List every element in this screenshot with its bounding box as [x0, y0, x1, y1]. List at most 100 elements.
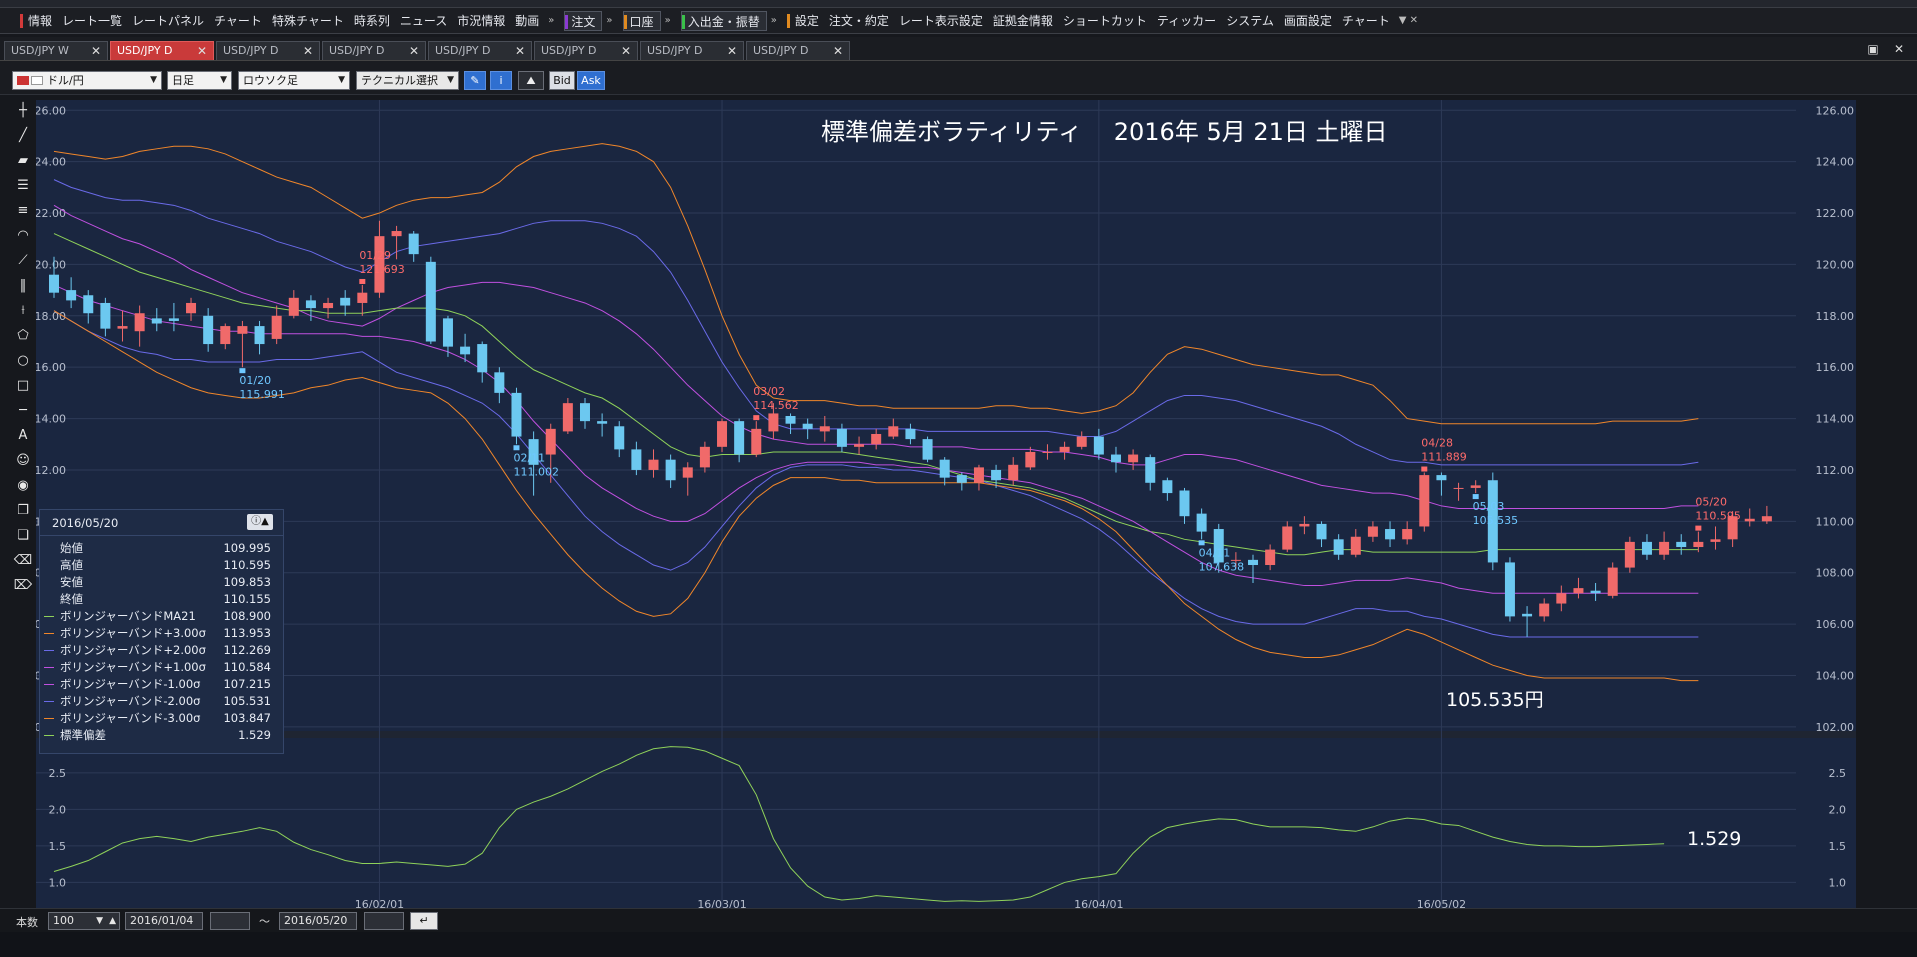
close-tab-icon[interactable]: ✕ — [303, 42, 313, 60]
chart-tab-6[interactable]: USD/JPY D ✕ — [640, 41, 744, 60]
menu-item-1[interactable]: レート一覧 — [57, 11, 127, 31]
chart-tab-3[interactable]: USD/JPY D ✕ — [322, 41, 426, 60]
menu-item-19[interactable]: 画面設定 — [1279, 11, 1337, 31]
candle-body — [1693, 541, 1704, 548]
count-input[interactable]: 100 ▼ ▲ — [48, 912, 120, 930]
magnet-icon[interactable]: ◉ — [12, 475, 34, 497]
paste-icon[interactable]: ❏ — [12, 525, 34, 547]
circle-icon[interactable]: ○ — [12, 350, 34, 372]
close-tab-icon[interactable]: ✕ — [409, 42, 419, 60]
copy-icon[interactable]: ❐ — [12, 500, 34, 522]
chart-tab-5[interactable]: USD/JPY D ✕ — [534, 41, 638, 60]
menu-item-2[interactable]: レートパネル — [127, 11, 209, 31]
chart-tab-1[interactable]: USD/JPY D ✕ — [110, 41, 214, 60]
eraser-icon[interactable]: ⌫ — [12, 550, 34, 572]
pentagon-icon[interactable]: ⬠ — [12, 325, 34, 347]
eraser-all-icon[interactable]: ⌦ — [12, 575, 34, 597]
chart-area[interactable]: 126.00 126.00 124.00 124.00 122.00 122.00 120.… — [36, 100, 1856, 910]
menu-item-16[interactable]: ショートカット — [1058, 11, 1152, 31]
menu-item-0[interactable]: 情報 — [20, 11, 57, 31]
vertical-lines-icon[interactable]: ‖ — [12, 275, 34, 297]
price-chart[interactable]: 126.00 126.00 124.00 124.00 122.00 122.00 120.… — [36, 100, 1856, 910]
mountain-chart-icon[interactable]: ⛰ — [518, 71, 544, 90]
y-tick-left: 114.00 — [36, 413, 66, 426]
menu-item-11[interactable]: 入出金・振替 — [680, 10, 767, 31]
chevron-right-icon[interactable]: » — [544, 15, 558, 26]
ruler-icon[interactable]: ▰ — [12, 150, 34, 172]
fan-icon[interactable]: ⟋ — [12, 250, 34, 272]
menu-item-17[interactable]: ティッカー — [1152, 11, 1221, 31]
smile-icon[interactable]: ☺ — [12, 450, 34, 472]
rectangle-icon[interactable]: □ — [12, 375, 34, 397]
y-tick-right: 104.00 — [1816, 669, 1855, 682]
close-tab-icon[interactable]: ✕ — [91, 42, 101, 60]
menu-item-14[interactable]: レート表示設定 — [894, 11, 988, 31]
return-icon[interactable]: ↵ — [410, 912, 438, 930]
candle-body — [66, 290, 77, 301]
menu-item-7[interactable]: 市況情報 — [452, 11, 510, 31]
menu-item-12[interactable]: 設定 — [786, 11, 824, 31]
data-value: 110.155 — [223, 592, 271, 606]
ask-button[interactable]: Ask — [577, 71, 605, 90]
menu-item-9[interactable]: 注文 — [564, 10, 603, 31]
menu-item-18[interactable]: システム — [1221, 11, 1279, 31]
from-time-input[interactable] — [210, 912, 250, 930]
period-select[interactable]: 日足 ▼ — [167, 71, 232, 90]
menu-item-3[interactable]: チャート — [209, 11, 267, 31]
menu-item-10[interactable]: 口座 — [622, 10, 661, 31]
from-date-input[interactable]: 2016/01/04 — [125, 912, 203, 930]
text-icon[interactable]: A — [12, 425, 34, 447]
chart-toolbar: ドル/円 ▼ 日足 ▼ ロウソク足 ▼ テクニカル選択 ▼ ✎ i ⛰ Bid Ask — [0, 61, 1917, 95]
chart-tab-4[interactable]: USD/JPY D ✕ — [428, 41, 532, 60]
close-tab-icon[interactable]: ✕ — [833, 42, 843, 60]
chart-type-select[interactable]: ロウソク足 ▼ — [238, 71, 350, 90]
close-window-icon[interactable]: ✕ — [1888, 41, 1910, 57]
series-color-swatch — [44, 667, 54, 668]
candle-body — [802, 423, 813, 429]
menu-item-20[interactable]: チャート — [1337, 11, 1395, 31]
data-value: 109.853 — [223, 575, 271, 589]
candle-body — [1076, 436, 1087, 447]
info-icon[interactable]: i — [490, 71, 512, 90]
fibonacci-arc-icon[interactable]: ◠ — [12, 225, 34, 247]
menu-item-15[interactable]: 証拠金情報 — [988, 11, 1058, 31]
to-time-input[interactable] — [364, 912, 404, 930]
info-toggle-icon[interactable]: ⓘ▲ — [247, 514, 273, 530]
close-tab-icon[interactable]: ✕ — [197, 42, 207, 60]
menu-item-8[interactable]: 動画 — [510, 11, 544, 31]
menu-item-6[interactable]: ニュース — [395, 11, 452, 31]
close-tab-icon[interactable]: ✕ — [621, 42, 631, 60]
footer-strip — [0, 932, 1917, 957]
chart-tab-7[interactable]: USD/JPY D ✕ — [746, 41, 850, 60]
data-label: 標準偏差 — [60, 728, 106, 742]
currency-pair-select[interactable]: ドル/円 ▼ — [12, 71, 162, 90]
chevron-right-icon[interactable]: » — [602, 15, 616, 26]
menu-item-13[interactable]: 注文・約定 — [824, 11, 894, 31]
chevron-right-icon[interactable]: » — [661, 15, 675, 26]
chart-tab-0[interactable]: USD/JPY W ✕ — [4, 41, 108, 60]
crosshair-icon[interactable]: ┼ — [12, 100, 34, 122]
menu-overflow-icon[interactable]: ▼ ✕ — [1395, 15, 1422, 26]
y-tick-right: 122.00 — [1816, 207, 1855, 220]
up-arrow-icon[interactable]: ▲ — [109, 913, 116, 929]
menu-item-4[interactable]: 特殊チャート — [267, 11, 349, 31]
line-icon[interactable]: ╱ — [12, 125, 34, 147]
horizontal-lines-icon[interactable]: ☰ — [12, 175, 34, 197]
close-tab-icon[interactable]: ✕ — [515, 42, 525, 60]
y-tick-right: 114.00 — [1816, 413, 1855, 426]
menu-item-5[interactable]: 時系列 — [349, 11, 395, 31]
technical-select[interactable]: テクニカル選択 ▼ — [356, 71, 459, 90]
candle-body — [922, 439, 933, 460]
channel-icon[interactable]: ≡ — [12, 200, 34, 222]
chart-tab-2[interactable]: USD/JPY D ✕ — [216, 41, 320, 60]
gann-icon[interactable]: ⟊ — [12, 300, 34, 322]
close-tab-icon[interactable]: ✕ — [727, 42, 737, 60]
to-date-input[interactable]: 2016/05/20 — [279, 912, 357, 930]
data-value: 112.269 — [223, 643, 271, 657]
pencil-icon[interactable]: ✎ — [464, 71, 486, 90]
chevron-right-icon[interactable]: » — [767, 15, 781, 26]
bid-button[interactable]: Bid — [549, 71, 575, 90]
horizontal-line-icon[interactable]: ─ — [12, 400, 34, 422]
maximize-icon[interactable]: ▣ — [1862, 41, 1884, 57]
down-arrow-icon[interactable]: ▼ — [96, 913, 103, 929]
